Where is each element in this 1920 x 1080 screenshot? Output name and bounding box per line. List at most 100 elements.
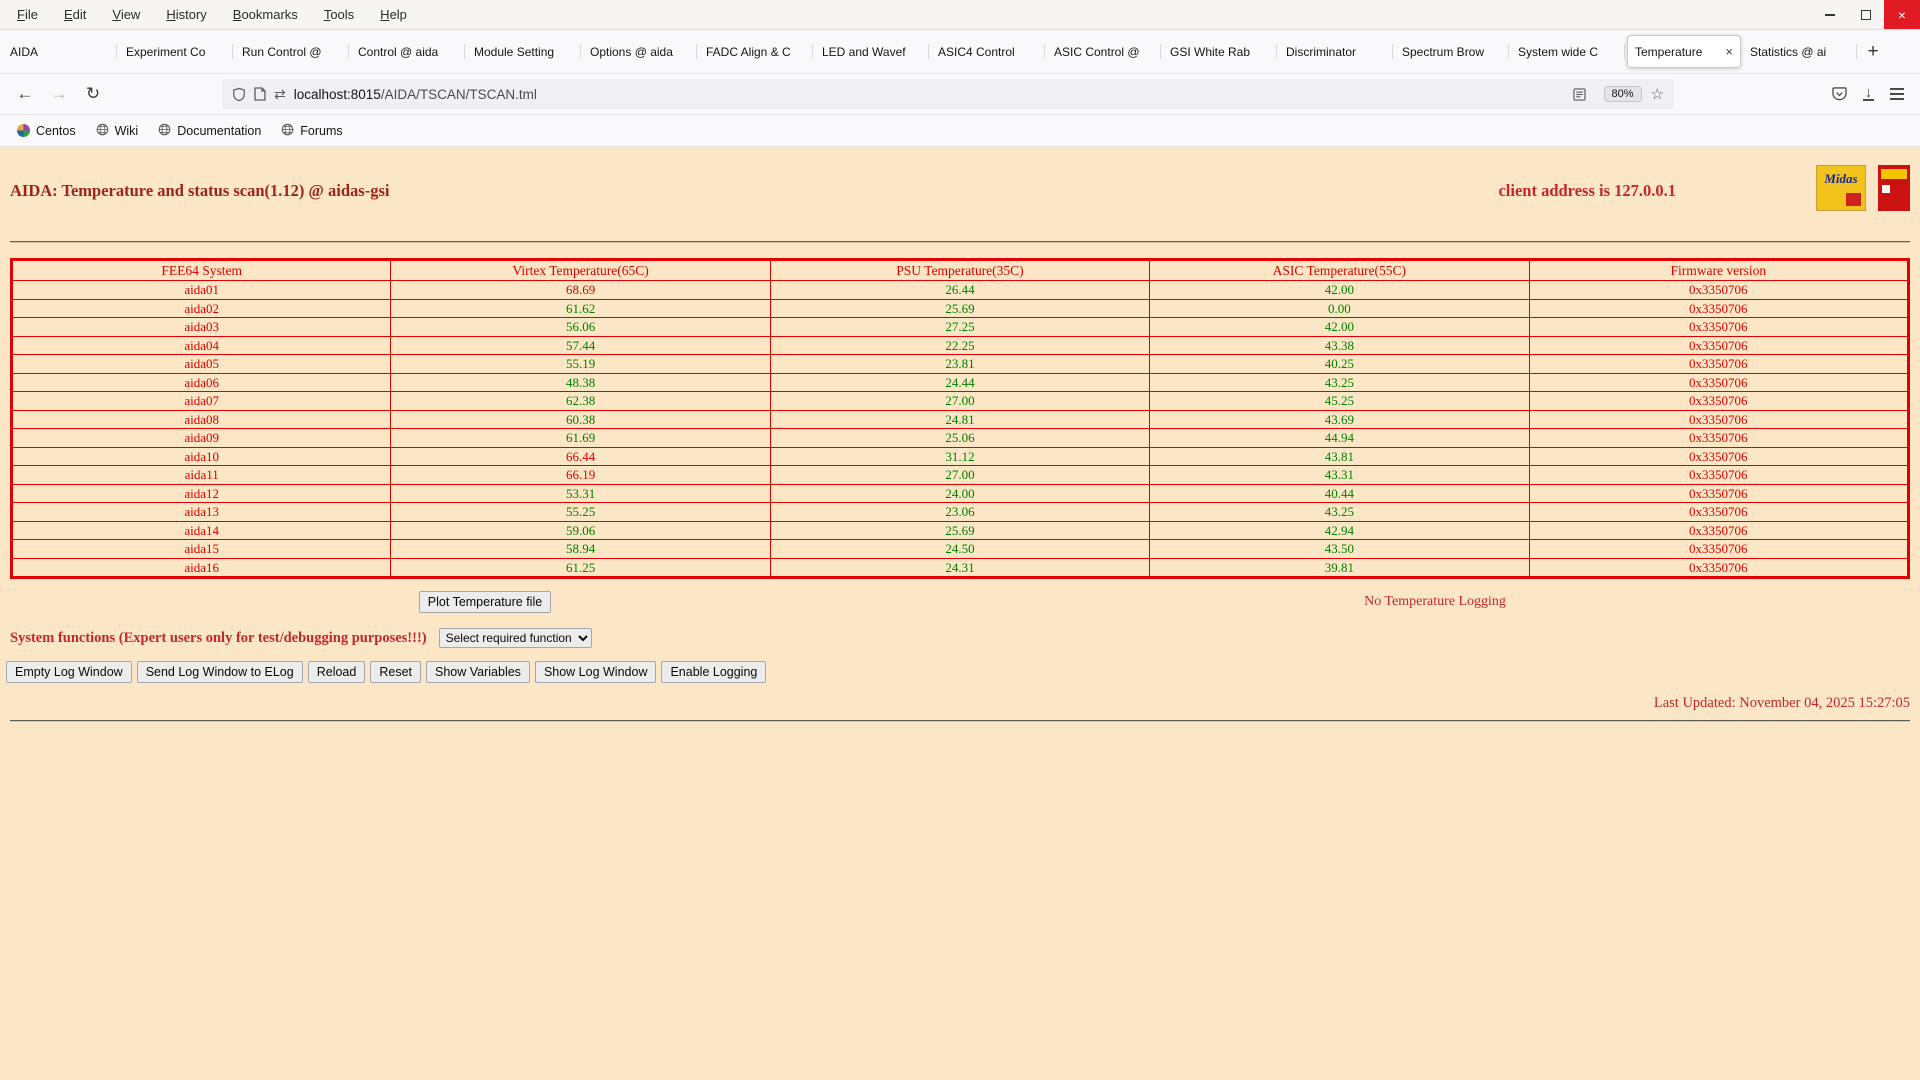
menu-bookmarks[interactable]: Bookmarks [220, 0, 311, 30]
temperature-logging-status: No Temperature Logging [1364, 594, 1506, 609]
menu-file[interactable]: File [4, 0, 51, 30]
back-button[interactable]: ← [8, 79, 42, 109]
reader-mode-icon[interactable] [1572, 87, 1586, 101]
tab-close-icon[interactable]: × [1725, 44, 1733, 59]
fee64-name: aida05 [10, 354, 392, 374]
tab-control-aida[interactable]: Control @ aida [351, 35, 465, 68]
reload-button[interactable]: ↻ [76, 79, 110, 109]
virtex-temperature: 53.31 [390, 483, 771, 503]
firmware-version: 0x3350706 [1528, 391, 1910, 411]
psu-temperature: 24.31 [769, 557, 1151, 578]
menu-view[interactable]: View [99, 0, 153, 30]
zoom-level-badge[interactable]: 80% [1603, 86, 1642, 102]
globe-icon [158, 123, 171, 139]
psu-temperature: 25.69 [769, 298, 1151, 318]
tab-asic-control[interactable]: ASIC Control @ [1047, 35, 1161, 68]
firmware-version: 0x3350706 [1528, 280, 1910, 300]
empty-log-window-button[interactable]: Empty Log Window [6, 661, 132, 683]
maximize-button[interactable] [1848, 0, 1884, 29]
tab-statistics-ai[interactable]: Statistics @ ai [1743, 35, 1857, 68]
psu-temperature: 25.06 [769, 428, 1151, 448]
table-row: aida15 58.94 24.50 43.50 0x3350706 [10, 539, 1910, 559]
column-header-psu-temperature-35c: PSU Temperature(35C) [769, 259, 1151, 281]
tab-temperature[interactable]: Temperature × [1627, 35, 1741, 68]
forward-button[interactable]: → [42, 79, 76, 109]
show-log-window-button[interactable]: Show Log Window [534, 661, 657, 683]
bookmark-forums[interactable]: Forums [274, 120, 349, 142]
menu-hamburger-icon[interactable] [1890, 88, 1904, 100]
psu-temperature: 23.81 [769, 354, 1151, 374]
tab-module-setting[interactable]: Module Setting [467, 35, 581, 68]
column-header-fee64-system: FEE64 System [10, 259, 392, 281]
tab-run-control[interactable]: Run Control @ [235, 35, 349, 68]
menu-tools[interactable]: Tools [311, 0, 367, 30]
tab-label: Temperature [1635, 44, 1703, 59]
tab-label: Run Control @ [242, 44, 322, 59]
plot-temperature-file-button[interactable]: Plot Temperature file [418, 591, 552, 613]
table-row: aida14 59.06 25.69 42.94 0x3350706 [10, 520, 1910, 540]
tab-label: Control @ aida [358, 44, 439, 59]
psu-temperature: 27.00 [769, 391, 1151, 411]
menu-help[interactable]: Help [367, 0, 420, 30]
send-log-window-to-elog-button[interactable]: Send Log Window to ELog [136, 661, 303, 683]
tab-gsi-white-rab[interactable]: GSI White Rab [1163, 35, 1277, 68]
tab-fadc-align-c[interactable]: FADC Align & C [699, 35, 813, 68]
reset-button[interactable]: Reset [370, 661, 421, 683]
table-row: aida10 66.44 31.12 43.81 0x3350706 [10, 446, 1910, 466]
tab-discriminator[interactable]: Discriminator [1279, 35, 1393, 68]
table-row: aida02 61.62 25.69 0.00 0x3350706 [10, 298, 1910, 318]
firmware-version: 0x3350706 [1528, 539, 1910, 559]
close-window-button[interactable]: × [1884, 0, 1920, 29]
tab-label: GSI White Rab [1170, 44, 1251, 59]
table-row: aida12 53.31 24.00 40.44 0x3350706 [10, 483, 1910, 503]
https-arrows-icon[interactable]: ⇄ [274, 86, 286, 103]
new-tab-button[interactable]: + [1858, 37, 1888, 67]
column-header-virtex-temperature-65c: Virtex Temperature(65C) [390, 259, 771, 281]
show-variables-button[interactable]: Show Variables [426, 661, 530, 683]
table-row: aida16 61.25 24.31 39.81 0x3350706 [10, 557, 1910, 578]
menu-bar: File Edit View History Bookmarks Tools Help [0, 0, 420, 29]
firmware-version: 0x3350706 [1528, 298, 1910, 318]
function-select[interactable]: Select required function [438, 628, 592, 648]
tab-spectrum-brow[interactable]: Spectrum Brow [1395, 35, 1509, 68]
bookmark-star-icon[interactable]: ☆ [1651, 85, 1664, 103]
enable-logging-button[interactable]: Enable Logging [661, 661, 767, 683]
minimize-button[interactable] [1812, 0, 1848, 29]
plot-button-cell: Plot Temperature file [10, 591, 960, 613]
url-host: localhost:8015 [293, 86, 381, 102]
tab-options-aida[interactable]: Options @ aida [583, 35, 697, 68]
firmware-version: 0x3350706 [1528, 372, 1910, 392]
firmware-version: 0x3350706 [1528, 354, 1910, 374]
fee64-name: aida03 [10, 317, 392, 337]
bookmark-wiki[interactable]: Wiki [89, 120, 146, 142]
frs-logo-dot [1882, 185, 1890, 193]
url-bar[interactable]: ⇄ localhost:8015/AIDA/TSCAN/TSCAN.tml 80… [222, 79, 1674, 109]
tab-system-wide-c[interactable]: System wide C [1511, 35, 1625, 68]
url-text[interactable]: localhost:8015/AIDA/TSCAN/TSCAN.tml [294, 87, 1573, 102]
virtex-temperature: 66.44 [390, 446, 771, 466]
menu-edit[interactable]: Edit [51, 0, 99, 30]
fee64-name: aida14 [10, 520, 392, 540]
reload-button[interactable]: Reload [307, 661, 366, 683]
globe-icon [281, 123, 294, 139]
pocket-icon[interactable] [1832, 87, 1847, 101]
tab-led-and-wavef[interactable]: LED and Wavef [815, 35, 929, 68]
bookmark-centos[interactable]: Centos [10, 121, 83, 141]
download-icon[interactable]: ↓ [1863, 85, 1874, 101]
virtex-temperature: 61.69 [390, 428, 771, 448]
shield-icon[interactable] [232, 87, 246, 102]
table-row: aida09 61.69 25.06 44.94 0x3350706 [10, 428, 1910, 448]
fee64-name: aida15 [10, 539, 392, 559]
divider-top [10, 241, 1910, 243]
site-info-icon[interactable] [254, 87, 266, 101]
tab-experiment-co[interactable]: Experiment Co [119, 35, 233, 68]
virtex-temperature: 59.06 [390, 520, 771, 540]
bookmark-documentation[interactable]: Documentation [151, 120, 268, 142]
tab-aida[interactable]: AIDA [3, 35, 117, 68]
last-updated-text: Last Updated: November 04, 2025 15:27:05 [1653, 695, 1910, 711]
menu-history[interactable]: History [153, 0, 219, 30]
virtex-temperature: 55.19 [390, 354, 771, 374]
firmware-version: 0x3350706 [1528, 483, 1910, 503]
tab-asic4-control[interactable]: ASIC4 Control [931, 35, 1045, 68]
browser-window: File Edit View History Bookmarks Tools Help × … [0, 0, 1920, 722]
